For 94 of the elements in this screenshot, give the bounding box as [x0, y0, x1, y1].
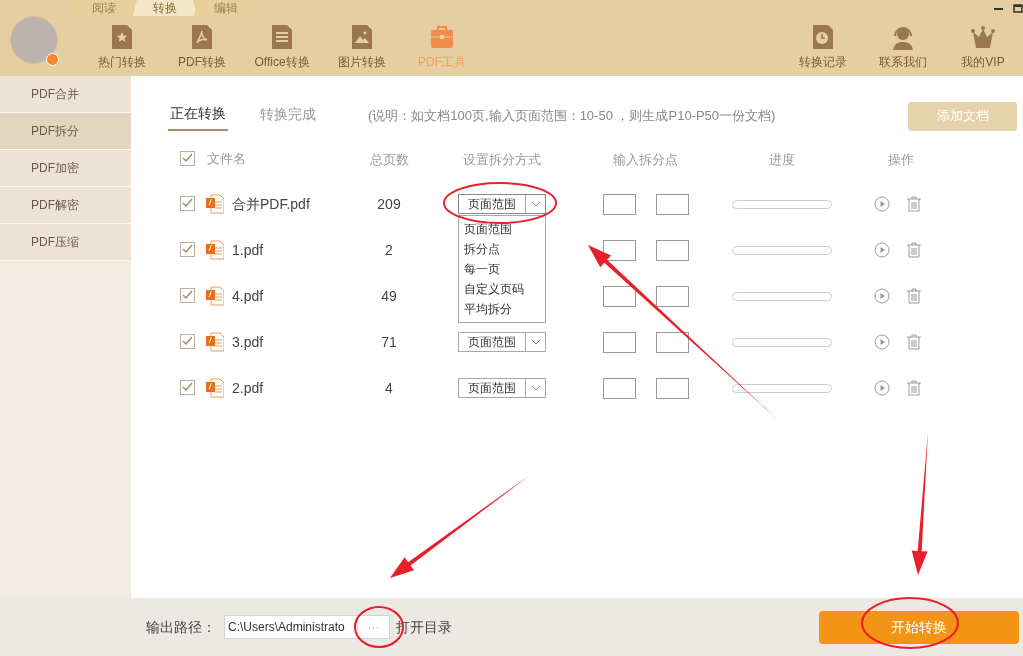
pdf-file-icon — [206, 378, 224, 398]
split-point-field[interactable] — [656, 239, 689, 261]
image-icon — [350, 24, 374, 50]
sidebar-item[interactable]: PDF压缩 — [0, 224, 131, 261]
split-mode-select[interactable]: 页面范围 — [458, 332, 546, 352]
file-name: 3.pdf — [232, 332, 264, 352]
split-point-field[interactable] — [656, 193, 689, 215]
file-name: 2.pdf — [232, 378, 264, 398]
maximize-icon[interactable] — [1013, 4, 1023, 14]
split-point-field[interactable] — [656, 377, 689, 399]
top-tab[interactable]: 阅读 — [72, 0, 136, 16]
column-header: 文件名 — [207, 151, 246, 167]
trash-icon[interactable] — [906, 380, 922, 396]
tab[interactable]: 转换完成 — [258, 102, 318, 130]
file-name: 合并PDF.pdf — [232, 194, 310, 214]
toolbar-button[interactable]: Office转换 — [242, 24, 322, 76]
check-icon — [182, 153, 193, 164]
trash-icon[interactable] — [906, 196, 922, 212]
dropdown-option[interactable]: 平均拆分 — [464, 299, 512, 319]
checkbox[interactable] — [180, 150, 195, 166]
pdf-file-icon — [206, 194, 224, 214]
dropdown-option[interactable]: 页面范围 — [464, 219, 512, 239]
dropdown-option[interactable]: 拆分点 — [464, 239, 500, 259]
split-point-field[interactable] — [656, 285, 689, 307]
output-path-field[interactable]: C:\Users\Administrato — [224, 615, 357, 639]
column-header: 总页数 — [369, 151, 409, 167]
pdf-file-icon — [206, 286, 224, 306]
split-point-field[interactable] — [656, 331, 689, 353]
toolbox-icon — [430, 24, 454, 50]
trash-icon[interactable] — [906, 242, 922, 258]
file-name: 4.pdf — [232, 286, 264, 306]
split-point-field[interactable] — [603, 331, 636, 353]
instruction-text: (说明：如文档100页,输入页面范围：10-50 ，则生成P10-P50一份文档) — [368, 107, 776, 126]
check-icon — [182, 244, 193, 255]
toolbar-button[interactable]: PDF转换 — [162, 24, 242, 76]
pdf-icon — [190, 24, 214, 50]
toolbar-button[interactable]: 联系我们 — [863, 24, 943, 76]
toolbar-button[interactable]: 热门转换 — [82, 24, 162, 76]
document-icon — [270, 24, 294, 50]
sidebar-item[interactable]: PDF加密 — [0, 150, 131, 187]
headset-icon — [891, 24, 915, 50]
tab[interactable]: 正在转换 — [168, 101, 228, 131]
check-icon — [182, 336, 193, 347]
column-header: 操作 — [888, 151, 914, 167]
page-count: 2 — [385, 241, 393, 258]
page-count: 49 — [381, 287, 397, 304]
user-avatar[interactable] — [10, 16, 58, 64]
checkbox[interactable] — [180, 241, 195, 257]
trash-icon[interactable] — [906, 288, 922, 304]
play-icon[interactable] — [874, 380, 890, 396]
dropdown-option[interactable]: 每一页 — [464, 259, 500, 279]
sidebar-item[interactable]: PDF解密 — [0, 187, 131, 224]
chevron-down-icon — [530, 339, 541, 345]
page-count: 209 — [377, 195, 401, 212]
chevron-down-icon — [530, 385, 541, 391]
page-count: 71 — [381, 333, 397, 350]
split-point-field[interactable] — [603, 239, 636, 261]
check-icon — [182, 290, 193, 301]
dropdown-option[interactable]: 自定义页码 — [464, 279, 524, 299]
sidebar-item[interactable]: PDF拆分 — [0, 113, 131, 150]
check-icon — [182, 198, 193, 209]
column-header: 进度 — [769, 151, 795, 167]
column-header: 输入拆分点 — [612, 151, 678, 167]
crown-icon — [971, 24, 995, 50]
sidebar-item[interactable]: PDF合并 — [0, 76, 131, 113]
chevron-down-icon — [530, 201, 541, 207]
toolbar-button[interactable]: 转换记录 — [783, 24, 863, 76]
play-icon[interactable] — [874, 196, 890, 212]
output-path-label: 输出路径： — [146, 617, 216, 637]
toolbar-button[interactable]: 我的VIP — [943, 24, 1023, 76]
file-name: 1.pdf — [232, 240, 264, 260]
vip-badge — [46, 53, 59, 66]
top-tab[interactable]: 编辑 — [194, 0, 258, 16]
toolbar-button[interactable]: 图片转换 — [322, 24, 402, 76]
play-icon[interactable] — [874, 242, 890, 258]
page-count: 4 — [385, 379, 393, 396]
top-tab[interactable]: 转换 — [133, 0, 197, 16]
checkbox[interactable] — [180, 195, 195, 211]
split-point-field[interactable] — [603, 285, 636, 307]
column-header: 设置拆分方式 — [463, 151, 541, 167]
pdf-file-icon — [206, 240, 224, 260]
split-mode-select[interactable]: 页面范围 — [458, 378, 546, 398]
checkbox[interactable] — [180, 333, 195, 349]
play-icon[interactable] — [874, 334, 890, 350]
check-icon — [182, 382, 193, 393]
pdf-file-icon — [206, 332, 224, 352]
checkbox[interactable] — [180, 287, 195, 303]
split-point-field[interactable] — [603, 193, 636, 215]
play-icon[interactable] — [874, 288, 890, 304]
trash-icon[interactable] — [906, 334, 922, 350]
split-point-field[interactable] — [603, 377, 636, 399]
split-mode-select[interactable]: 页面范围 — [458, 194, 546, 214]
checkbox[interactable] — [180, 379, 195, 395]
clock-icon — [811, 24, 835, 50]
